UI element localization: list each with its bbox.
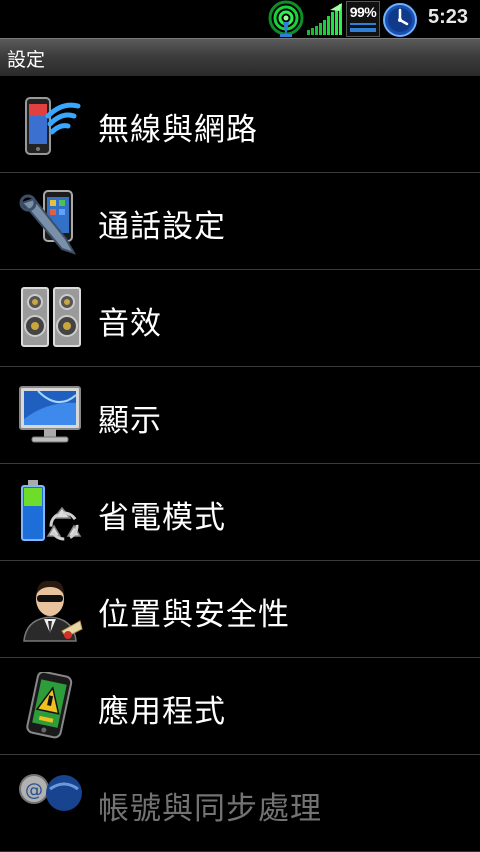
settings-item-label: 帳號與同步處理 bbox=[98, 791, 322, 827]
settings-item-label: 省電模式 bbox=[98, 500, 226, 536]
speaker-icon bbox=[18, 284, 84, 352]
svg-text:@: @ bbox=[25, 780, 43, 801]
settings-item-location-security[interactable]: 位置與安全性 bbox=[0, 561, 480, 658]
battery-recycle-icon bbox=[18, 478, 84, 546]
settings-item-power-saving[interactable]: 省電模式 bbox=[0, 464, 480, 561]
title-bar: 設定 bbox=[0, 38, 480, 76]
call-settings-icon bbox=[18, 187, 84, 255]
settings-item-label: 應用程式 bbox=[98, 694, 226, 730]
settings-item-label: 無線與網路 bbox=[98, 112, 258, 148]
settings-item-display[interactable]: 顯示 bbox=[0, 367, 480, 464]
wireless-network-icon bbox=[18, 90, 84, 158]
settings-item-accounts-sync[interactable]: @ 帳號與同步處理 bbox=[0, 755, 480, 852]
settings-item-label: 通話設定 bbox=[98, 209, 226, 245]
status-time: 5:23 bbox=[428, 6, 469, 28]
security-agent-icon bbox=[18, 575, 84, 643]
applications-phone-icon bbox=[18, 670, 84, 740]
battery-level-bar bbox=[350, 28, 376, 32]
accounts-sync-icon: @ bbox=[18, 769, 84, 837]
settings-item-call-settings[interactable]: 通話設定 bbox=[0, 173, 480, 270]
settings-item-sound[interactable]: 音效 bbox=[0, 270, 480, 367]
battery-percent: 99% bbox=[349, 4, 377, 20]
settings-item-label: 音效 bbox=[98, 306, 162, 342]
status-bar[interactable]: 99% 5:23 bbox=[0, 0, 480, 38]
monitor-icon bbox=[18, 381, 84, 449]
battery-level-line bbox=[350, 23, 376, 25]
settings-item-label: 位置與安全性 bbox=[98, 597, 290, 633]
signal-strength-icon bbox=[306, 2, 346, 36]
settings-item-label: 顯示 bbox=[98, 403, 162, 439]
settings-item-wireless-network[interactable]: 無線與網路 bbox=[0, 76, 480, 173]
battery-icon: 99% bbox=[346, 1, 380, 37]
page-title: 設定 bbox=[7, 49, 46, 71]
wifi-icon bbox=[266, 0, 306, 38]
settings-list[interactable]: 無線與網路 通話設定 音效 顯示 省電模式 位置與安全性 應用程式 @ 帳號與同… bbox=[0, 76, 480, 852]
settings-item-applications[interactable]: 應用程式 bbox=[0, 658, 480, 755]
clock-icon bbox=[382, 2, 418, 38]
